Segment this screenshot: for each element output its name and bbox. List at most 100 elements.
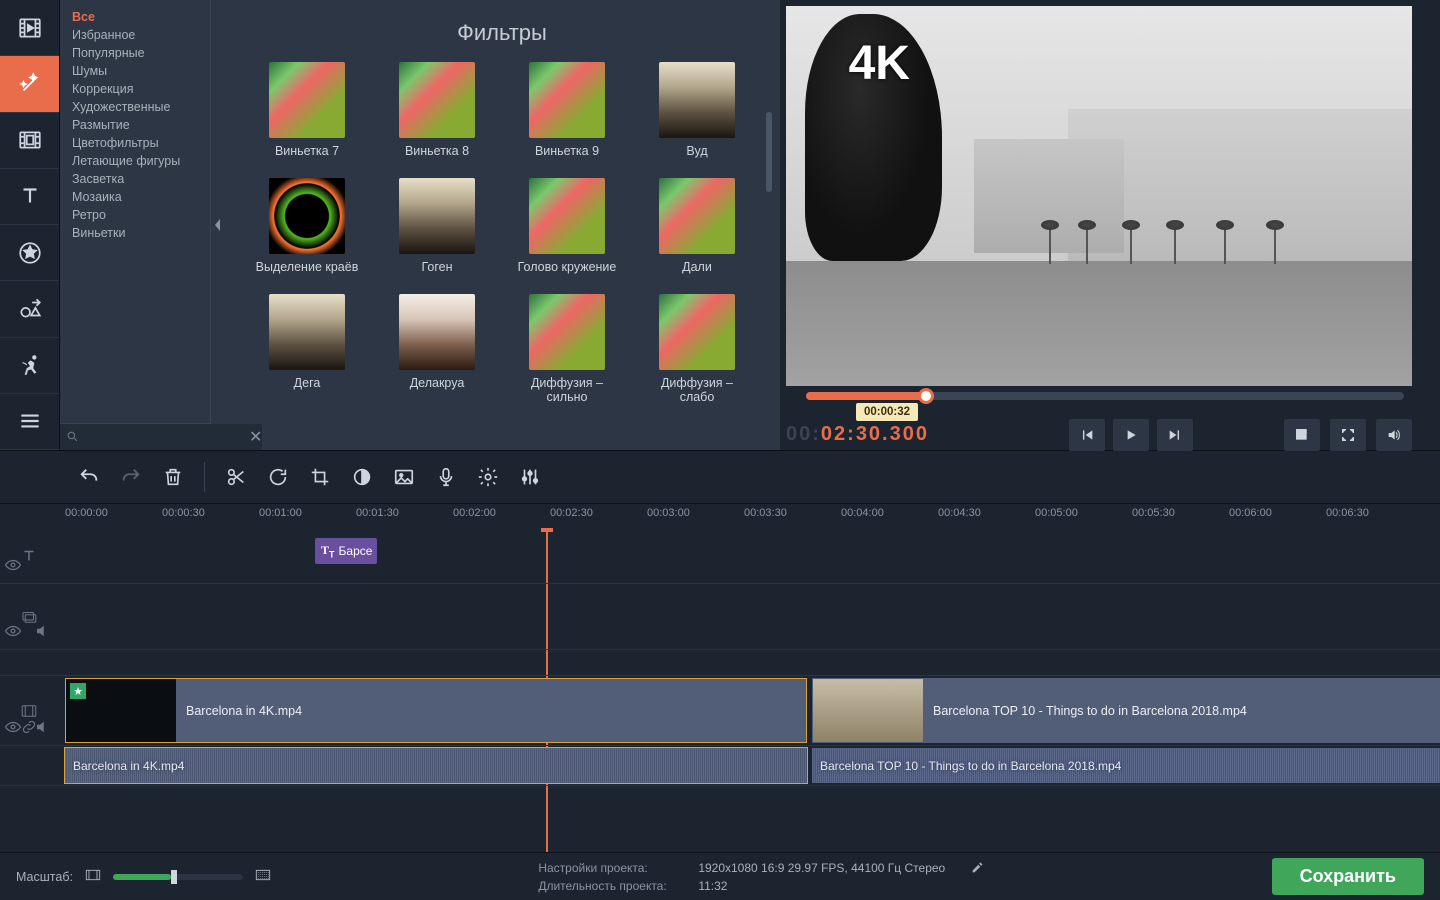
speaker-icon[interactable] — [34, 622, 52, 645]
zoom-slider[interactable] — [113, 874, 243, 880]
project-settings-label: Настройки проекта: — [538, 861, 678, 877]
color-button[interactable] — [343, 458, 381, 496]
equalizer-button[interactable] — [511, 458, 549, 496]
filter-card[interactable]: Диффузия – слабо — [644, 294, 750, 406]
title-clip[interactable]: TT Барсе — [315, 538, 377, 564]
filter-card[interactable]: Виньетка 7 — [254, 62, 360, 174]
eye-icon[interactable] — [4, 622, 22, 645]
category-item[interactable]: Размытие — [60, 116, 210, 134]
settings-button[interactable] — [469, 458, 507, 496]
filter-card[interactable]: Дега — [254, 294, 360, 406]
detach-button[interactable] — [1284, 419, 1320, 451]
category-item[interactable]: Мозаика — [60, 188, 210, 206]
audio-clip[interactable]: Barcelona in 4K.mp4 — [65, 748, 807, 783]
category-item[interactable]: Цветофильтры — [60, 134, 210, 152]
tool-filters[interactable] — [0, 56, 59, 112]
category-item[interactable]: Летающие фигуры — [60, 152, 210, 170]
ruler-tick: 00:02:30 — [550, 507, 593, 519]
volume-button[interactable] — [1376, 419, 1412, 451]
ruler-tick: 00:05:00 — [1035, 507, 1078, 519]
audio-clip[interactable]: Barcelona TOP 10 - Things to do in Barce… — [812, 748, 1440, 783]
eye-icon[interactable] — [4, 556, 22, 579]
preview-pane: 4K 00:00:32 00:02:30.300 — [780, 0, 1440, 450]
tool-shapes[interactable] — [0, 281, 59, 337]
delete-button[interactable] — [154, 458, 192, 496]
filter-card[interactable]: Виньетка 9 — [514, 62, 620, 174]
status-bar: Масштаб: Настройки проекта: 1920x1080 16… — [0, 852, 1440, 900]
category-item[interactable]: Все — [60, 8, 210, 26]
filter-card[interactable]: Голово кружение — [514, 178, 620, 290]
preview-viewport[interactable]: 4K — [786, 6, 1412, 386]
tool-media[interactable] — [0, 0, 59, 56]
prev-button[interactable] — [1069, 419, 1105, 451]
save-button[interactable]: Сохранить — [1272, 858, 1424, 895]
filter-card[interactable]: Вуд — [644, 62, 750, 174]
video-track-head — [0, 676, 58, 745]
spacer-track — [0, 650, 1440, 676]
clip-label: Barcelona TOP 10 - Things to do in Barce… — [933, 704, 1247, 718]
filter-label: Виньетка 7 — [254, 144, 360, 174]
panel-title: Фильтры — [224, 0, 780, 52]
time-ruler[interactable]: 00:00:0000:00:3000:01:0000:01:3000:02:00… — [0, 504, 1440, 528]
zoom-out-icon[interactable] — [85, 869, 101, 884]
tool-stickers[interactable] — [0, 225, 59, 281]
filter-label: Диффузия – сильно — [514, 376, 620, 406]
fullscreen-button[interactable] — [1330, 419, 1366, 451]
rotate-button[interactable] — [259, 458, 297, 496]
title-track[interactable]: TT Барсе — [0, 528, 1440, 584]
category-item[interactable]: Виньетки — [60, 224, 210, 242]
category-item[interactable]: Художественные — [60, 98, 210, 116]
speaker-icon[interactable] — [34, 718, 52, 741]
filter-card[interactable]: Дали — [644, 178, 750, 290]
play-button[interactable] — [1113, 419, 1149, 451]
category-item[interactable]: Ретро — [60, 206, 210, 224]
filter-card[interactable]: Выделение краёв — [254, 178, 360, 290]
overlay-track-head — [0, 584, 58, 649]
time-tooltip: 00:00:32 — [856, 403, 918, 421]
timeline: TT Барсе ★Barcelona in 4K.mp4Barcelona T… — [0, 528, 1440, 852]
tool-titles[interactable] — [0, 169, 59, 225]
tool-transitions[interactable] — [0, 113, 59, 169]
category-item[interactable]: Избранное — [60, 26, 210, 44]
filter-card[interactable]: Гоген — [384, 178, 490, 290]
undo-button[interactable] — [70, 458, 108, 496]
overlay-track[interactable] — [0, 584, 1440, 650]
tool-list[interactable] — [0, 394, 59, 450]
crop-button[interactable] — [301, 458, 339, 496]
category-item[interactable]: Популярные — [60, 44, 210, 62]
mic-button[interactable] — [427, 458, 465, 496]
video-track[interactable]: ★Barcelona in 4K.mp4 Barcelona TOP 10 - T… — [0, 676, 1440, 746]
filter-label: Выделение краёв — [254, 260, 360, 290]
filters-panel: Фильтры Виньетка 7 Виньетка 8 Виньетка 9 Ву… — [224, 0, 780, 450]
edit-settings-icon[interactable] — [971, 861, 984, 877]
category-item[interactable]: Коррекция — [60, 80, 210, 98]
filter-card[interactable]: Виньетка 8 — [384, 62, 490, 174]
audio-track[interactable]: Barcelona in 4K.mp4Barcelona TOP 10 - Th… — [0, 746, 1440, 786]
ruler-tick: 00:03:00 — [647, 507, 690, 519]
zoom-in-icon[interactable] — [255, 869, 271, 884]
categories-sidebar: ВсеИзбранноеПопулярныеШумыКоррекцияХудож… — [60, 0, 210, 450]
filter-card[interactable]: Диффузия – сильно — [514, 294, 620, 406]
category-item[interactable]: Шумы — [60, 62, 210, 80]
ruler-tick: 00:04:30 — [938, 507, 981, 519]
redo-button[interactable] — [112, 458, 150, 496]
category-item[interactable]: Засветка — [60, 170, 210, 188]
split-button[interactable] — [217, 458, 255, 496]
tool-rail — [0, 0, 60, 450]
duration-label: Длительность проекта: — [538, 879, 678, 893]
video-clip[interactable]: ★Barcelona in 4K.mp4 — [65, 678, 807, 743]
image-button[interactable] — [385, 458, 423, 496]
filters-scrollbar[interactable] — [766, 112, 772, 192]
collapse-categories[interactable] — [210, 0, 224, 450]
tool-motion[interactable] — [0, 338, 59, 394]
next-button[interactable] — [1157, 419, 1193, 451]
ruler-tick: 00:01:00 — [259, 507, 302, 519]
search-input[interactable] — [60, 424, 249, 450]
filter-card[interactable]: Делакруа — [384, 294, 490, 406]
video-clip[interactable]: Barcelona TOP 10 - Things to do in Barce… — [812, 678, 1440, 743]
ruler-tick: 00:06:30 — [1326, 507, 1369, 519]
title-track-head — [0, 528, 58, 583]
ruler-tick: 00:05:30 — [1132, 507, 1175, 519]
filter-label: Делакруа — [384, 376, 490, 406]
filter-label: Виньетка 9 — [514, 144, 620, 174]
